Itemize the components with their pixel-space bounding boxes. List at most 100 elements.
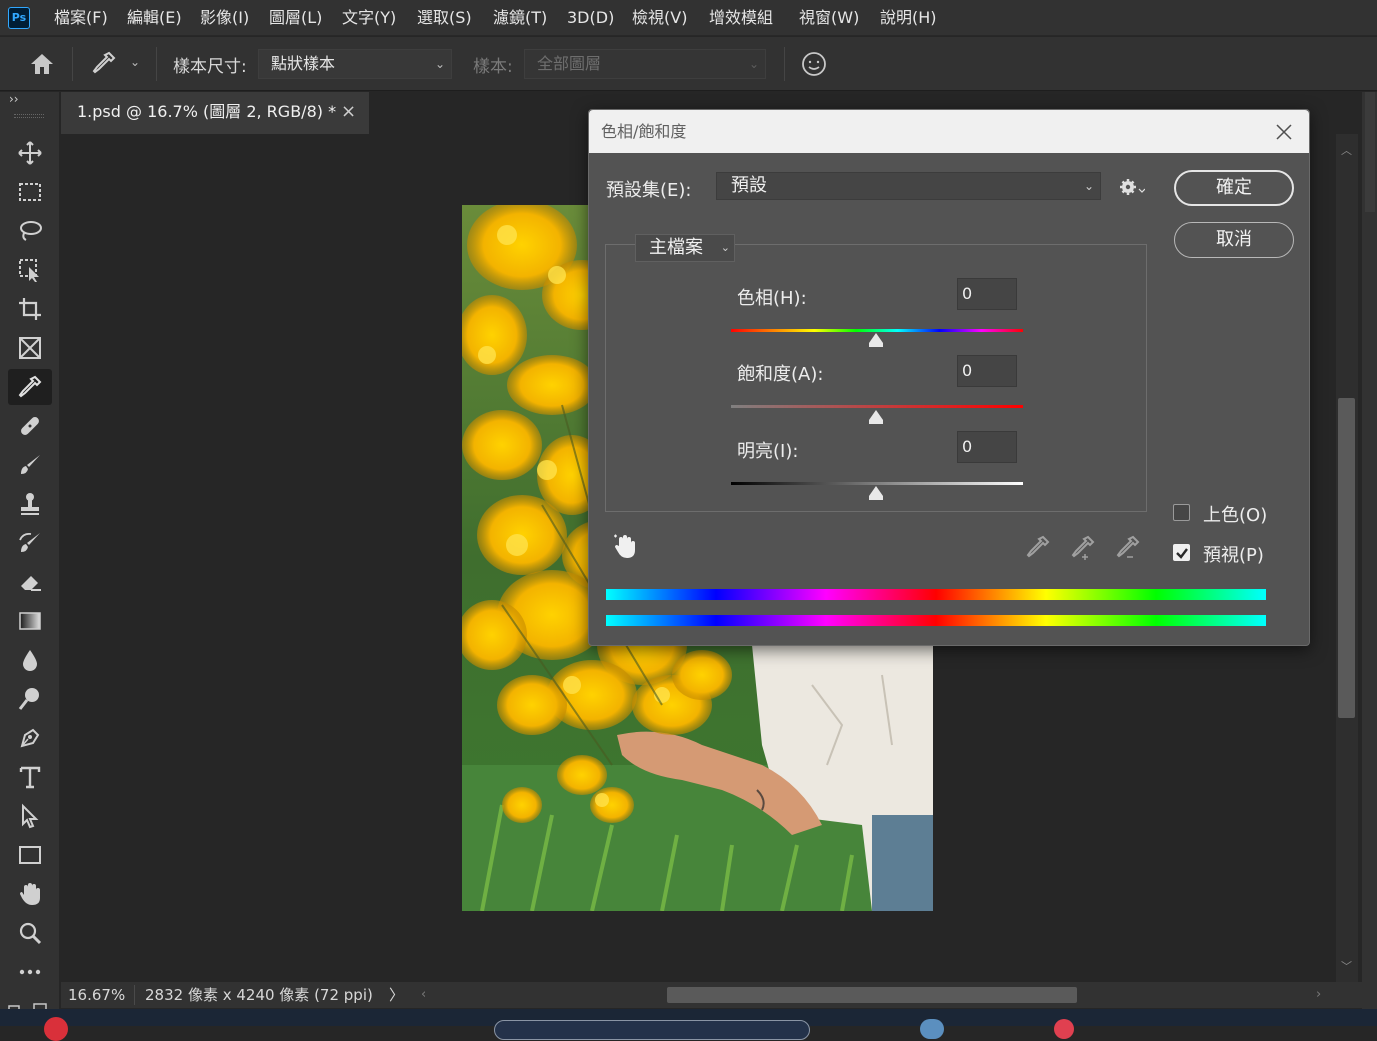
scroll-up-icon[interactable]: ︿ — [1341, 142, 1352, 158]
tools-panel: ›› — [0, 92, 60, 1026]
dialog-title: 色相/飽和度 — [601, 122, 687, 141]
face-aware-icon[interactable] — [801, 51, 827, 81]
chevron-down-icon: ⌄ — [720, 241, 730, 254]
preset-label: 預設集(E): — [606, 180, 692, 201]
marquee-icon[interactable] — [8, 174, 52, 210]
history-brush-icon[interactable] — [8, 525, 52, 561]
pen-icon[interactable] — [8, 720, 52, 756]
dodge-icon[interactable] — [8, 681, 52, 717]
crop-icon[interactable] — [8, 291, 52, 327]
preset-options-gear-icon[interactable] — [1119, 177, 1145, 197]
menu-image[interactable]: 影像(I) — [200, 0, 249, 36]
document-title: 1.psd @ 16.7% (圖層 2, RGB/8) * — [77, 102, 337, 121]
targeted-adjustment-hand-icon[interactable] — [613, 532, 637, 560]
horizontal-scrollbar-thumb[interactable] — [667, 987, 1077, 1003]
saturation-slider-thumb[interactable] — [869, 410, 883, 424]
vertical-scrollbar[interactable]: ︿ ﹀ — [1336, 134, 1358, 982]
healing-icon[interactable] — [8, 408, 52, 444]
menu-view[interactable]: 檢視(V) — [632, 0, 687, 36]
saturation-input[interactable]: 0 — [957, 355, 1017, 387]
status-bar: 16.67% 2832 像素 x 4240 像素 (72 ppi) 〉 ‹ › — [61, 982, 1363, 1008]
menu-type[interactable]: 文字(Y) — [342, 0, 396, 36]
sample-size-label: 樣本尺寸: — [173, 57, 247, 77]
menu-plugins[interactable]: 增效模組 — [709, 0, 773, 36]
path-select-icon[interactable] — [8, 798, 52, 834]
eyedropper-minus-icon[interactable] — [1115, 534, 1141, 560]
hue-slider-track[interactable] — [731, 329, 1023, 332]
gradient-icon[interactable] — [8, 603, 52, 639]
cancel-button[interactable]: 取消 — [1174, 222, 1294, 258]
type-icon[interactable] — [8, 759, 52, 795]
hue-input[interactable]: 0 — [957, 278, 1017, 310]
scrollbar-thumb[interactable] — [1338, 398, 1355, 718]
stamp-icon[interactable] — [8, 486, 52, 522]
sample-select[interactable]: 全部圖層 ⌄ — [524, 49, 766, 79]
expand-panels-icon[interactable]: ›› — [9, 92, 19, 106]
more-icon[interactable] — [8, 954, 52, 990]
hue-label: 色相(H): — [737, 288, 807, 309]
hand-icon[interactable] — [8, 876, 52, 912]
frame-icon[interactable] — [8, 330, 52, 366]
lightness-slider-thumb[interactable] — [869, 486, 883, 500]
menu-layer[interactable]: 圖層(L) — [269, 0, 322, 36]
eraser-icon[interactable] — [8, 564, 52, 600]
menu-bar: Ps 檔案(F) 編輯(E) 影像(I) 圖層(L) 文字(Y) 選取(S) 濾… — [0, 0, 1377, 36]
preview-label[interactable]: 預視(P) — [1203, 541, 1264, 567]
object-select-icon[interactable] — [8, 252, 52, 288]
status-menu-icon[interactable]: 〉 — [389, 982, 404, 1008]
eyedropper-icon[interactable] — [1025, 534, 1051, 560]
chevron-down-icon: ⌄ — [434, 57, 445, 71]
adjustment-group — [605, 244, 1147, 512]
brush-icon[interactable] — [8, 447, 52, 483]
chevron-down-icon: ⌄ — [748, 57, 759, 71]
lightness-input[interactable]: 0 — [957, 431, 1017, 463]
colorize-checkbox[interactable] — [1173, 504, 1190, 521]
scroll-down-icon[interactable]: ﹀ — [1341, 958, 1352, 974]
hue-saturation-dialog: 色相/飽和度 預設集(E): 預設 ⌄ 確定 取消 主檔案 ⌄ 色相(H): 0… — [588, 109, 1310, 646]
chevron-down-icon: ⌄ — [1083, 179, 1094, 193]
eyedropper-plus-icon[interactable] — [1070, 534, 1096, 560]
menu-file[interactable]: 檔案(F) — [54, 0, 108, 36]
scroll-left-icon[interactable]: ‹ — [421, 982, 426, 1008]
os-taskbar — [0, 1009, 1377, 1041]
close-icon[interactable]: × — [341, 92, 356, 132]
menu-filter[interactable]: 濾鏡(T) — [493, 0, 547, 36]
photoshop-logo: Ps — [8, 7, 30, 29]
saturation-slider-track[interactable] — [731, 405, 1023, 408]
rectangle-icon[interactable] — [8, 837, 52, 873]
sample-size-select[interactable]: 點狀樣本 ⌄ — [258, 49, 452, 79]
close-icon[interactable] — [1275, 123, 1293, 141]
blur-icon[interactable] — [8, 642, 52, 678]
right-panel-edge — [1362, 92, 1377, 1026]
dialog-title-bar[interactable]: 色相/飽和度 — [589, 110, 1309, 153]
chevron-down-icon[interactable]: ⌄ — [130, 55, 140, 69]
preview-checkbox[interactable] — [1173, 544, 1190, 561]
preset-select[interactable]: 預設 ⌄ — [716, 172, 1101, 200]
document-info: 2832 像素 x 4240 像素 (72 ppi) — [145, 986, 373, 1004]
home-icon[interactable] — [28, 51, 56, 81]
result-color-spectrum — [606, 615, 1266, 626]
lightness-label: 明亮(I): — [737, 441, 799, 462]
eyedropper-icon[interactable] — [8, 369, 52, 405]
menu-select[interactable]: 選取(S) — [417, 0, 472, 36]
zoom-icon[interactable] — [8, 915, 52, 951]
menu-3d[interactable]: 3D(D) — [567, 0, 614, 36]
menu-window[interactable]: 視窗(W) — [799, 0, 859, 36]
scroll-right-icon[interactable]: › — [1316, 982, 1321, 1008]
menu-help[interactable]: 說明(H) — [880, 0, 937, 36]
hue-slider-thumb[interactable] — [869, 333, 883, 347]
zoom-level[interactable]: 16.67% — [68, 982, 125, 1008]
sample-label: 樣本: — [473, 57, 513, 77]
lasso-icon[interactable] — [8, 213, 52, 249]
options-bar: ⌄ 樣本尺寸: 點狀樣本 ⌄ 樣本: 全部圖層 ⌄ — [0, 37, 1377, 91]
channel-select[interactable]: 主檔案 ⌄ — [635, 234, 735, 262]
lightness-slider-track[interactable] — [731, 482, 1023, 485]
colorize-label[interactable]: 上色(O) — [1203, 501, 1267, 527]
checkmark-icon — [1176, 548, 1188, 559]
document-tab[interactable]: 1.psd @ 16.7% (圖層 2, RGB/8) * × — [61, 92, 369, 134]
saturation-label: 飽和度(A): — [737, 364, 824, 385]
eyedropper-tool-preset-icon[interactable] — [90, 49, 118, 81]
move-icon[interactable] — [8, 135, 52, 171]
ok-button[interactable]: 確定 — [1174, 170, 1294, 206]
menu-edit[interactable]: 編輯(E) — [127, 0, 182, 36]
